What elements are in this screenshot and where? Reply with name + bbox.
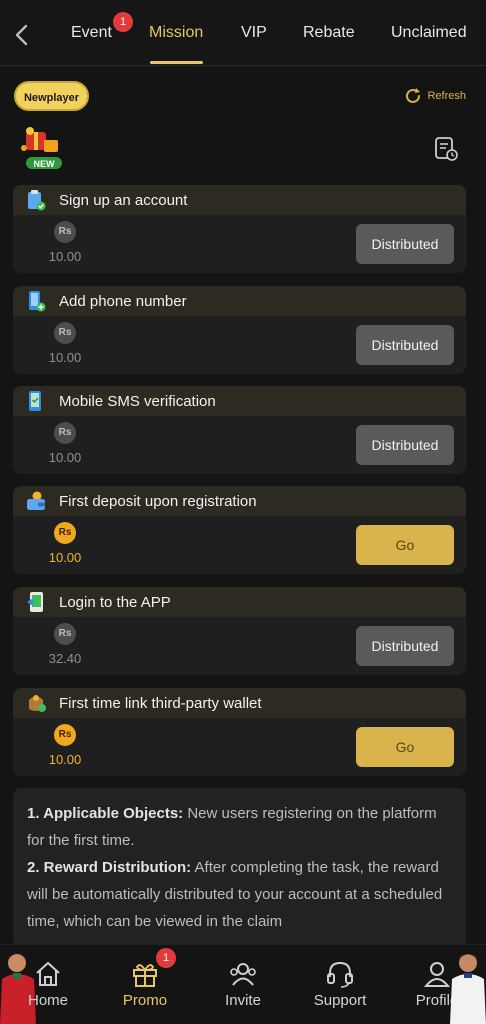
refresh-button[interactable]: Refresh	[403, 86, 466, 106]
reward-amount: 10.00	[48, 752, 82, 767]
app-login-icon	[27, 592, 43, 612]
top-tab-bar: Event 1 Mission VIP Rebate Unclaimed	[0, 0, 486, 66]
nav-home[interactable]: Home	[8, 959, 88, 1009]
nav-label: Support	[313, 992, 367, 1009]
phone-add-icon	[29, 291, 46, 312]
task-title: Sign up an account	[59, 191, 188, 209]
distributed-button[interactable]: Distributed	[356, 325, 454, 365]
refresh-label: Refresh	[427, 90, 466, 102]
rupee-coin-icon: Rs	[54, 221, 76, 243]
task-title: Add phone number	[59, 292, 187, 310]
rupee-coin-icon: Rs	[54, 322, 76, 344]
clipboard-check-icon	[28, 190, 46, 211]
refresh-icon	[406, 88, 421, 103]
nav-label: Invite	[225, 992, 261, 1009]
footballer-illustration-right	[450, 954, 486, 1024]
task-card: First time link third-party wallet Rs 10…	[13, 688, 466, 776]
task-title: First deposit upon registration	[59, 492, 257, 510]
tab-unclaimed[interactable]: Unclaimed	[391, 24, 467, 42]
svg-text:NEW: NEW	[34, 159, 56, 169]
invite-icon	[230, 963, 256, 986]
promo-badge: 1	[156, 948, 176, 968]
mission-rules-text: 1. Applicable Objects: New users registe…	[13, 788, 466, 948]
go-button[interactable]: Go	[356, 525, 454, 565]
rupee-coin-icon: Rs	[54, 724, 76, 746]
tab-rebate[interactable]: Rebate	[303, 24, 355, 42]
reward-amount: 10.00	[48, 249, 82, 264]
active-tab-indicator	[150, 61, 203, 64]
distributed-button[interactable]: Distributed	[356, 224, 454, 264]
rules-document-icon[interactable]	[434, 136, 458, 162]
back-chevron-icon[interactable]	[10, 22, 34, 48]
new-player-gift-logo: NEW	[21, 127, 62, 169]
task-card: Mobile SMS verification Rs 10.00 Distrib…	[13, 386, 466, 474]
newplayer-filter-chip[interactable]: Newplayer	[14, 81, 89, 111]
nav-label: Home	[27, 992, 68, 1009]
task-title: Mobile SMS verification	[59, 392, 216, 410]
rupee-coin-icon: Rs	[54, 623, 76, 645]
reward-amount: 10.00	[48, 450, 82, 465]
nav-promo[interactable]: Promo	[105, 959, 185, 1009]
bottom-nav-bar: Home Promo 1 Invite Support Profile	[0, 944, 486, 1024]
home-icon	[36, 962, 60, 986]
event-badge: 1	[113, 12, 133, 32]
task-card: Add phone number Rs 10.00 Distributed	[13, 286, 466, 374]
rule-reward-distribution: 2. Reward Distribution: After completing…	[27, 859, 443, 930]
distributed-button[interactable]: Distributed	[356, 626, 454, 666]
task-title: First time link third-party wallet	[59, 694, 262, 712]
rupee-coin-icon: Rs	[54, 522, 76, 544]
tab-event[interactable]: Event	[71, 24, 112, 42]
rupee-coin-icon: Rs	[54, 422, 76, 444]
nav-label: Promo	[122, 992, 168, 1009]
wallet-link-icon	[29, 695, 46, 712]
reward-amount: 32.40	[48, 651, 82, 666]
nav-support[interactable]: Support	[300, 959, 380, 1009]
distributed-button[interactable]: Distributed	[356, 425, 454, 465]
deposit-wallet-icon	[27, 491, 45, 510]
gift-icon	[133, 964, 157, 987]
task-card: Sign up an account Rs 10.00 Distributed	[13, 185, 466, 273]
reward-amount: 10.00	[48, 350, 82, 365]
task-title: Login to the APP	[59, 593, 171, 611]
tab-vip[interactable]: VIP	[241, 24, 267, 42]
headset-icon	[327, 961, 353, 988]
task-card: First deposit upon registration Rs 10.00…	[13, 486, 466, 574]
go-button[interactable]: Go	[356, 727, 454, 767]
task-card: Login to the APP Rs 32.40 Distributed	[13, 587, 466, 675]
sms-verify-icon	[29, 391, 41, 411]
rule-applicable-objects: 1. Applicable Objects: New users registe…	[27, 805, 437, 849]
nav-invite[interactable]: Invite	[203, 959, 283, 1009]
reward-amount: 10.00	[48, 550, 82, 565]
tab-mission[interactable]: Mission	[149, 24, 203, 42]
